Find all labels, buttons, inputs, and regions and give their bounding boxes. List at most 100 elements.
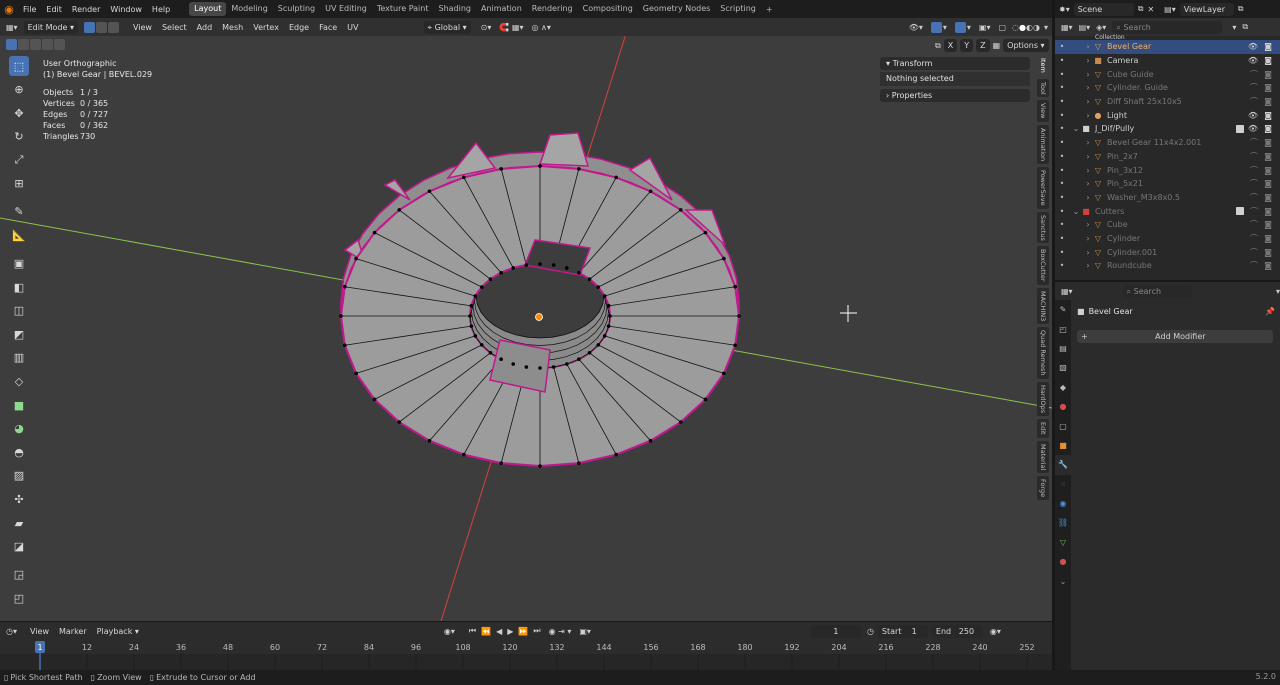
current-frame-field[interactable]: 1 [810, 624, 861, 638]
add-workspace-button[interactable]: + [761, 5, 778, 14]
expand-arrow-icon[interactable]: › [1083, 83, 1093, 92]
tab-forge[interactable]: Forge [1037, 475, 1049, 501]
end-frame-field[interactable]: End 250 [931, 624, 982, 638]
tab-machin3[interactable]: MACHIN3 [1037, 288, 1049, 325]
spin-tool-icon[interactable]: ◕ [9, 419, 29, 439]
filter-icon-left[interactable]: ◈▾ [1096, 23, 1106, 32]
render-camera-icon[interactable]: ◙ [1264, 234, 1272, 243]
outliner-row[interactable]: • › ▽ Roundcube ⌒ ◙ [1055, 259, 1280, 273]
tab-compositing[interactable]: Compositing [578, 2, 638, 16]
gizmo-toggle-icon[interactable]: 👁▾ [909, 23, 923, 32]
shading-solid-icon[interactable]: ● [1019, 23, 1026, 32]
outliner-row[interactable]: • › ▽ Cylinder. Guide ⌒ ◙ [1055, 81, 1280, 95]
filter-icon[interactable]: ▾ [1232, 23, 1236, 32]
gizmo-icon[interactable] [930, 21, 942, 33]
world-props-icon[interactable]: ● [1055, 397, 1071, 416]
view-layer-props-icon[interactable]: ▧ [1055, 358, 1071, 377]
visibility-eye-icon[interactable]: ⌒ [1250, 82, 1258, 93]
render-camera-icon[interactable]: ◙ [1264, 111, 1272, 120]
delete-scene-icon[interactable]: ✕ [1147, 5, 1154, 14]
outliner-row[interactable]: • › ▽ Washer_M3x8x0.5 ⌒ ◙ [1055, 191, 1280, 205]
select-intersect-icon[interactable] [54, 39, 65, 50]
more-props-icon[interactable]: ⌄ [1055, 571, 1071, 590]
visibility-eye-icon[interactable]: ⌒ [1250, 260, 1258, 271]
menu-file[interactable]: File [18, 5, 41, 14]
outliner-row[interactable]: • › ▽ Pin_2x7 ⌒ ◙ [1055, 150, 1280, 164]
render-camera-icon[interactable]: ◙ [1264, 166, 1272, 175]
scene-props-icon[interactable]: ◆ [1055, 378, 1071, 397]
expand-arrow-icon[interactable]: › [1083, 234, 1093, 243]
render-camera-icon[interactable]: ◙ [1264, 261, 1272, 270]
tab-hardops[interactable]: HardOps [1037, 381, 1049, 416]
tab-quad-remesh[interactable]: Quad Remesh [1037, 327, 1049, 379]
render-camera-icon[interactable]: ◙ [1264, 152, 1272, 161]
rip-region-tool-icon[interactable]: ◪ [9, 537, 29, 557]
tab-geometry-nodes[interactable]: Geometry Nodes [638, 2, 715, 16]
add-modifier-button[interactable]: + Add Modifier [1077, 330, 1273, 343]
tab-view[interactable]: View [1037, 100, 1049, 122]
add-cube-tool-icon[interactable]: ▣ [9, 254, 29, 274]
menu-window[interactable]: Window [105, 5, 147, 14]
shading-wireframe-icon[interactable]: ◌ [1012, 23, 1019, 32]
expand-arrow-icon[interactable]: › [1083, 70, 1093, 79]
timeline-menu-view[interactable]: View [25, 627, 54, 636]
exclude-checkbox[interactable] [1236, 124, 1244, 133]
tab-layout[interactable]: Layout [189, 2, 227, 16]
outliner-row[interactable]: • › ▽ Cube Guide ⌒ ◙ [1055, 67, 1280, 81]
menu-uv[interactable]: UV [342, 23, 363, 32]
overlays-icon[interactable] [954, 21, 966, 33]
shrink-fatten-tool-icon[interactable]: ✣ [9, 490, 29, 510]
measure-tool-icon[interactable]: 📐 [9, 226, 29, 246]
render-props-icon[interactable]: ◰ [1055, 319, 1071, 338]
properties-editor-icon[interactable]: ▦▾ [1061, 287, 1073, 296]
timeline-area[interactable]: 1 12 24 36 48 60 72 84 96 108 120 132 144 156 168 180 19… [0, 640, 1052, 670]
editor-type-icon[interactable]: ▦▾ [6, 23, 18, 32]
record-icon[interactable]: ◉▾ [444, 627, 455, 636]
tab-edit[interactable]: Edit [1037, 418, 1049, 438]
visibility-eye-icon[interactable]: ⌒ [1250, 192, 1258, 203]
menu-add[interactable]: Add [192, 23, 218, 32]
menu-help[interactable]: Help [147, 5, 175, 14]
expand-arrow-icon[interactable]: › [1083, 166, 1093, 175]
new-collection-icon[interactable]: ⧉ [1242, 22, 1248, 32]
autokey-icon[interactable]: ▣▾ [579, 627, 591, 636]
extrude-tool-icon[interactable]: ◧ [9, 277, 29, 297]
data-props-icon[interactable]: ▽ [1055, 533, 1071, 552]
outliner-row[interactable]: • › ▽ Cube ⌒ ◙ [1055, 218, 1280, 232]
outliner-row[interactable]: • › ■ Camera 👁 ◙ [1055, 54, 1280, 68]
shading-rendered-icon[interactable]: ◑ [1033, 23, 1040, 32]
select-invert-icon[interactable] [42, 39, 53, 50]
render-camera-icon[interactable]: ◙ [1264, 83, 1272, 92]
timeline-menu-playback[interactable]: Playback ▾ [92, 627, 144, 636]
expand-arrow-icon[interactable]: › [1083, 152, 1093, 161]
tab-boxcutter[interactable]: BoxCutter [1037, 246, 1049, 285]
face-select-icon[interactable] [107, 21, 119, 33]
material-props-icon[interactable]: ● [1055, 552, 1071, 571]
viewlayer-selector[interactable]: ViewLayer [1179, 2, 1234, 16]
timeline-view-icon[interactable]: ◉▾ [990, 627, 1001, 636]
modifier-props-icon[interactable]: 🔧 [1055, 455, 1071, 475]
visibility-eye-icon[interactable]: 👁 [1248, 42, 1258, 51]
properties-options-icon[interactable]: ▾ [1276, 287, 1280, 296]
visibility-eye-icon[interactable]: ⌒ [1250, 206, 1258, 217]
transform-panel-header[interactable]: ▾ Transform [880, 57, 1030, 70]
collection-props-icon[interactable]: ▢ [1055, 416, 1071, 435]
shear-tool-icon[interactable]: ▰ [9, 513, 29, 533]
new-scene-icon[interactable]: ⧉ [1138, 4, 1144, 14]
properties-search-input[interactable]: ⌕ Search [1122, 284, 1192, 298]
timeline-menu-marker[interactable]: Marker [54, 627, 92, 636]
visibility-eye-icon[interactable]: ⌒ [1250, 137, 1258, 148]
select-box-tool-icon[interactable]: ⬚ [9, 56, 29, 76]
new-viewlayer-icon[interactable]: ⧉ [1238, 4, 1244, 14]
knife-tool-icon[interactable]: ◇ [9, 372, 29, 392]
proportional-edit-icon[interactable]: ◎ ∧▾ [531, 23, 550, 32]
inset-tool-icon[interactable]: ◫ [9, 301, 29, 321]
menu-mesh[interactable]: Mesh [217, 23, 248, 32]
tab-rendering[interactable]: Rendering [527, 2, 578, 16]
hardops-tool-icon[interactable]: ◰ [9, 588, 29, 608]
tab-scripting[interactable]: Scripting [715, 2, 761, 16]
outliner-row[interactable]: • ⌄ ■ Cutters ⌒ ◙ [1055, 204, 1280, 218]
boxcutter-tool-icon[interactable]: ◲ [9, 565, 29, 585]
expand-arrow-icon[interactable]: › [1083, 193, 1093, 202]
tab-tool[interactable]: Tool [1037, 78, 1049, 98]
